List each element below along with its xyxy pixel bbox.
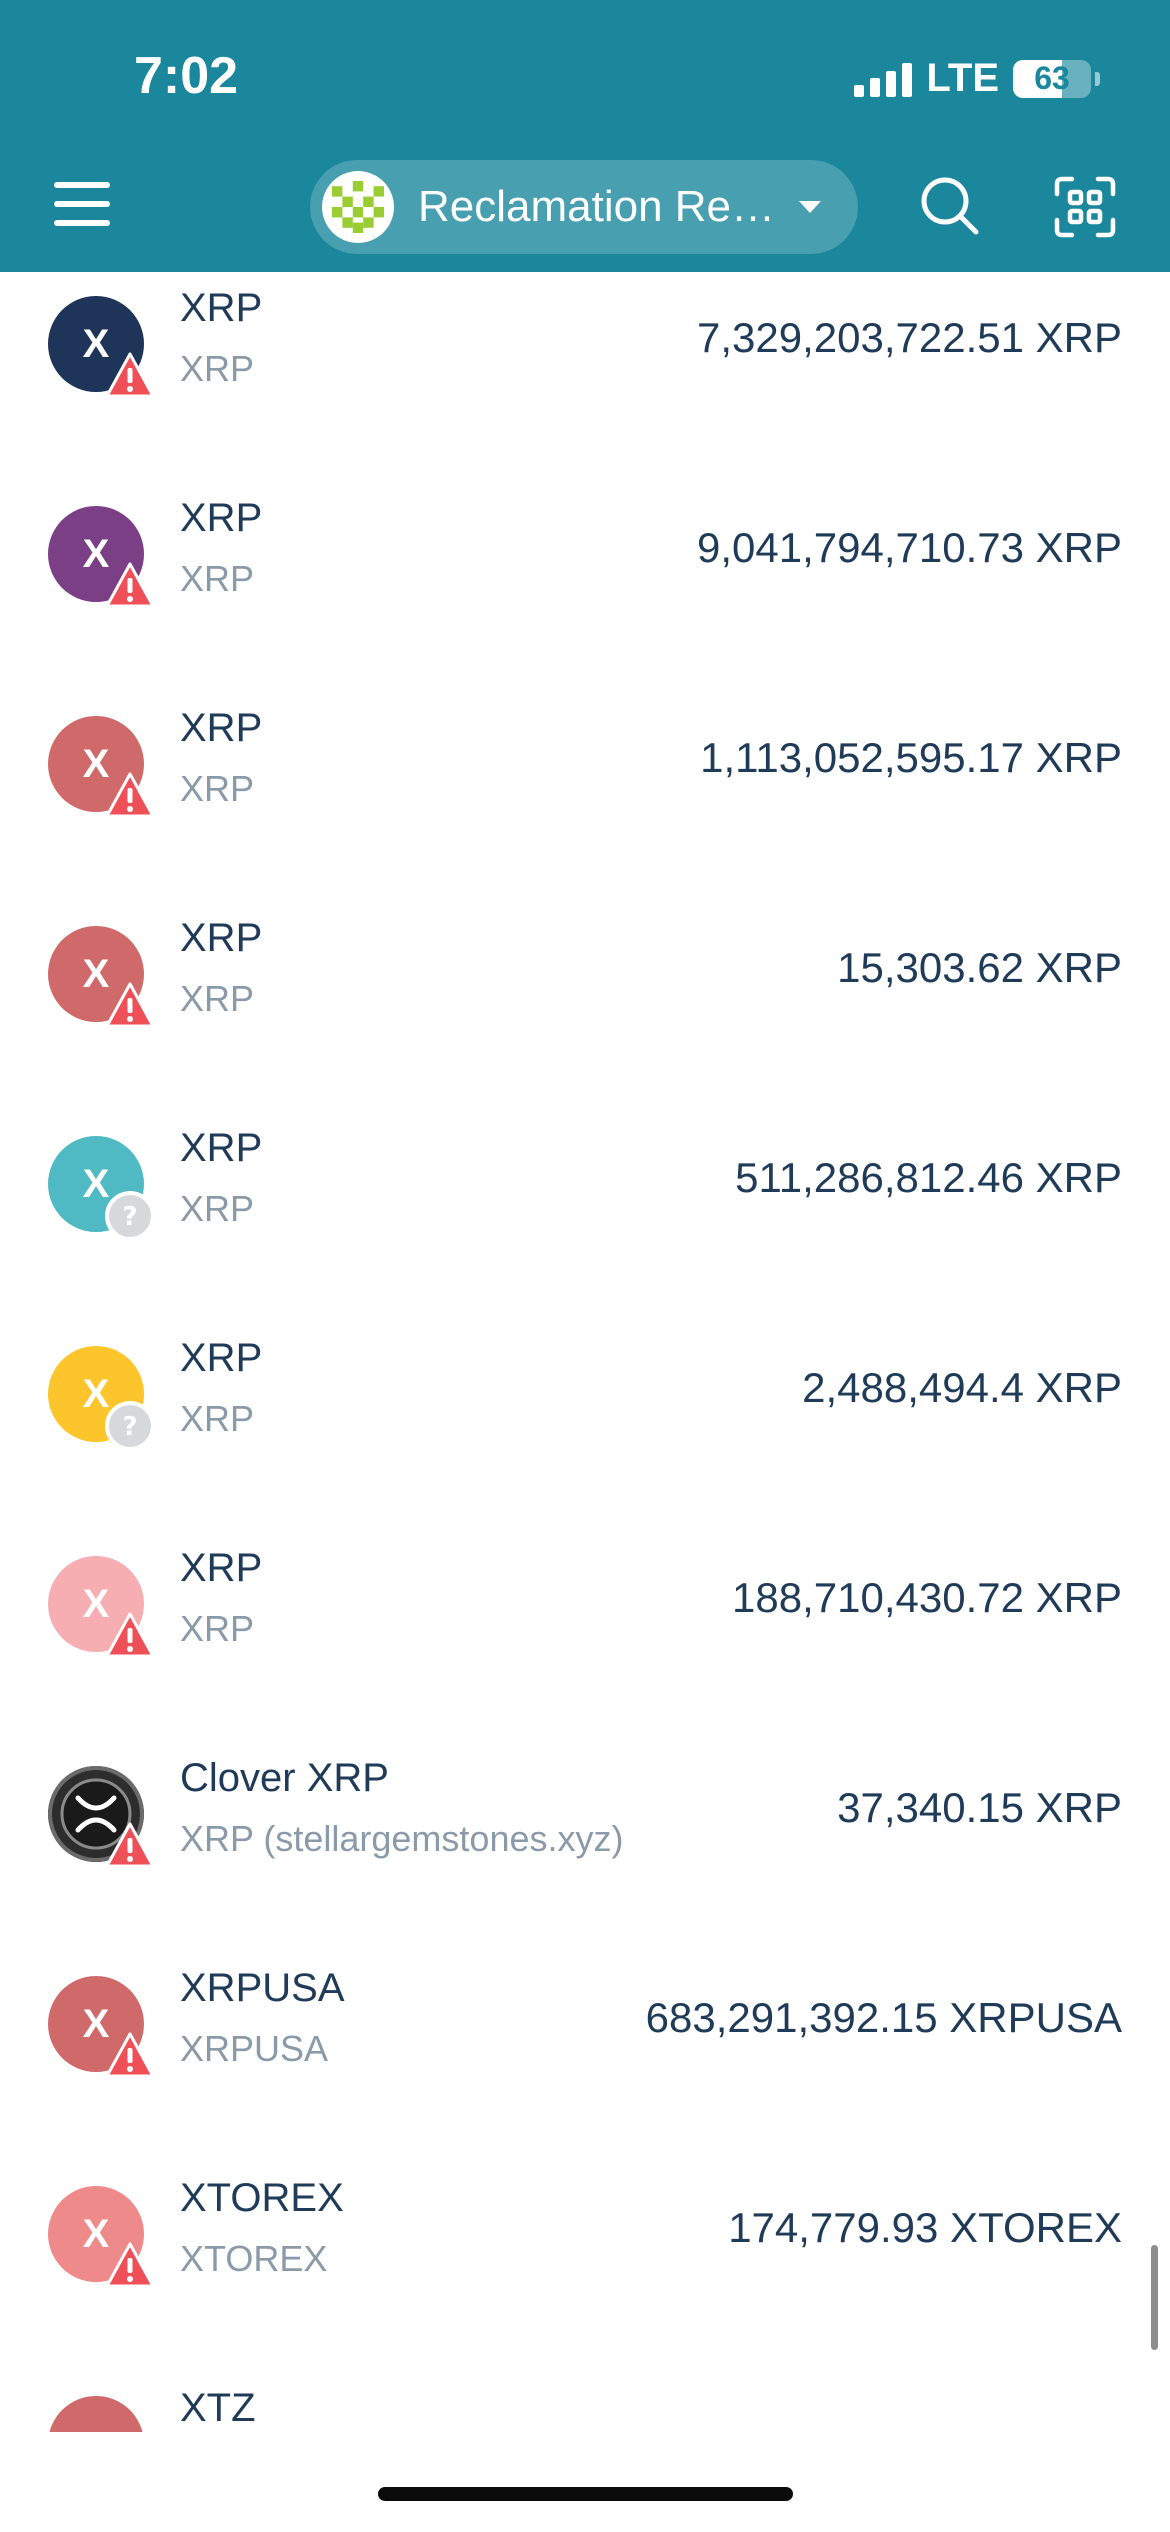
asset-name: XRP xyxy=(180,1126,263,1170)
asset-issuer: XRP xyxy=(180,1608,255,1649)
asset-issuer: XRP xyxy=(180,978,255,1019)
signal-icon xyxy=(854,61,913,97)
battery-icon: 63 xyxy=(1013,59,1091,98)
asset-issuer: XRP xyxy=(180,1188,255,1229)
asset-balance: 9,041,794,710.73 XRP xyxy=(696,524,1122,571)
svg-text:?: ? xyxy=(122,1202,137,1232)
asset-issuer: XRP xyxy=(180,768,255,809)
asset-issuer: XRP xyxy=(180,348,255,389)
asset-row[interactable]: X XRP XRP 7,329,203,722.51 XRP xyxy=(0,272,1170,476)
account-avatar xyxy=(322,171,394,243)
asset-row[interactable]: X? XRP XRP 2,488,494.4 XRP xyxy=(0,1316,1170,1526)
search-icon[interactable] xyxy=(918,174,982,238)
top-app-bar: 7:02 LTE 63 Reclamation Re… xyxy=(0,0,1170,272)
asset-balance: 683,291,392.15 XRPUSA xyxy=(645,1994,1122,2041)
asset-name: XRP xyxy=(180,496,263,540)
account-identicon xyxy=(332,181,384,233)
asset-name: XRP xyxy=(180,286,263,330)
asset-row[interactable]: X XRP XRP 9,041,794,710.73 XRP xyxy=(0,476,1170,686)
svg-text:?: ? xyxy=(122,1412,137,1442)
asset-list[interactable]: X XRP XRP 7,329,203,722.51 XRP X XRP XRP 9,041,… xyxy=(0,272,1170,2432)
asset-name: XTZ xyxy=(180,2386,256,2430)
asset-issuer: XTOREX xyxy=(180,2238,328,2279)
asset-name: XRP xyxy=(180,706,263,750)
asset-logo xyxy=(48,2396,144,2432)
asset-balance: 188,710,430.72 XRP xyxy=(732,1574,1122,1621)
asset-name: XRP xyxy=(180,1546,263,1590)
asset-balance: 2,488,494.4 XRP xyxy=(802,1364,1122,1411)
warning-icon xyxy=(104,770,156,822)
asset-issuer: XRP xyxy=(180,558,255,599)
asset-row[interactable]: XTZ xyxy=(0,2366,1170,2432)
asset-name: XRPUSA xyxy=(180,1966,345,2010)
asset-balance: 174,779.93 XTOREX xyxy=(728,2204,1122,2251)
asset-row[interactable]: X XRP XRP 188,710,430.72 XRP xyxy=(0,1526,1170,1736)
asset-row[interactable]: X XRPUSA XRPUSA 683,291,392.15 XRPUSA xyxy=(0,1946,1170,2156)
warning-icon xyxy=(104,560,156,612)
account-name: Reclamation Re… xyxy=(418,182,776,231)
asset-name: XTOREX xyxy=(180,2176,344,2220)
asset-row[interactable]: X XRP XRP 15,303.62 XRP xyxy=(0,896,1170,1106)
unknown-icon: ? xyxy=(104,1400,156,1452)
asset-name: XRP xyxy=(180,916,263,960)
account-selector[interactable]: Reclamation Re… xyxy=(310,160,858,254)
battery-level: 63 xyxy=(1034,60,1070,96)
scrollbar[interactable] xyxy=(1151,2245,1158,2350)
asset-balance: 7,329,203,722.51 XRP xyxy=(696,314,1122,361)
asset-name: Clover XRP xyxy=(180,1756,389,1800)
unknown-icon: ? xyxy=(104,1190,156,1242)
asset-row[interactable]: X XTOREX XTOREX 174,779.93 XTOREX xyxy=(0,2156,1170,2366)
asset-issuer: XRP xyxy=(180,1398,255,1439)
asset-row[interactable]: Clover XRP XRP (stellargemstones.xyz) 37,3… xyxy=(0,1736,1170,1946)
asset-balance: 15,303.62 XRP xyxy=(837,944,1122,991)
network-label: LTE xyxy=(926,56,999,100)
warning-icon xyxy=(104,2030,156,2082)
asset-row[interactable]: X? XRP XRP 511,286,812.46 XRP xyxy=(0,1106,1170,1316)
chevron-down-icon xyxy=(799,201,822,213)
asset-issuer: XRPUSA xyxy=(180,2028,329,2069)
warning-icon xyxy=(104,2240,156,2292)
hamburger-menu-icon[interactable] xyxy=(54,178,116,230)
warning-icon xyxy=(104,1610,156,1662)
warning-icon xyxy=(104,1820,156,1872)
asset-name: XRP xyxy=(180,1336,263,1380)
asset-balance: 37,340.15 XRP xyxy=(837,1784,1122,1831)
asset-issuer: XRP (stellargemstones.xyz) xyxy=(180,1818,624,1859)
asset-row[interactable]: X XRP XRP 1,113,052,595.17 XRP xyxy=(0,686,1170,896)
warning-icon xyxy=(104,350,156,402)
qr-scan-icon[interactable] xyxy=(1054,176,1116,238)
home-indicator[interactable] xyxy=(378,2487,793,2501)
warning-icon xyxy=(104,980,156,1032)
status-icons: LTE 63 xyxy=(854,56,1100,101)
asset-balance: 1,113,052,595.17 XRP xyxy=(700,734,1122,781)
status-time: 7:02 xyxy=(134,47,239,105)
asset-balance: 511,286,812.46 XRP xyxy=(735,1154,1122,1201)
